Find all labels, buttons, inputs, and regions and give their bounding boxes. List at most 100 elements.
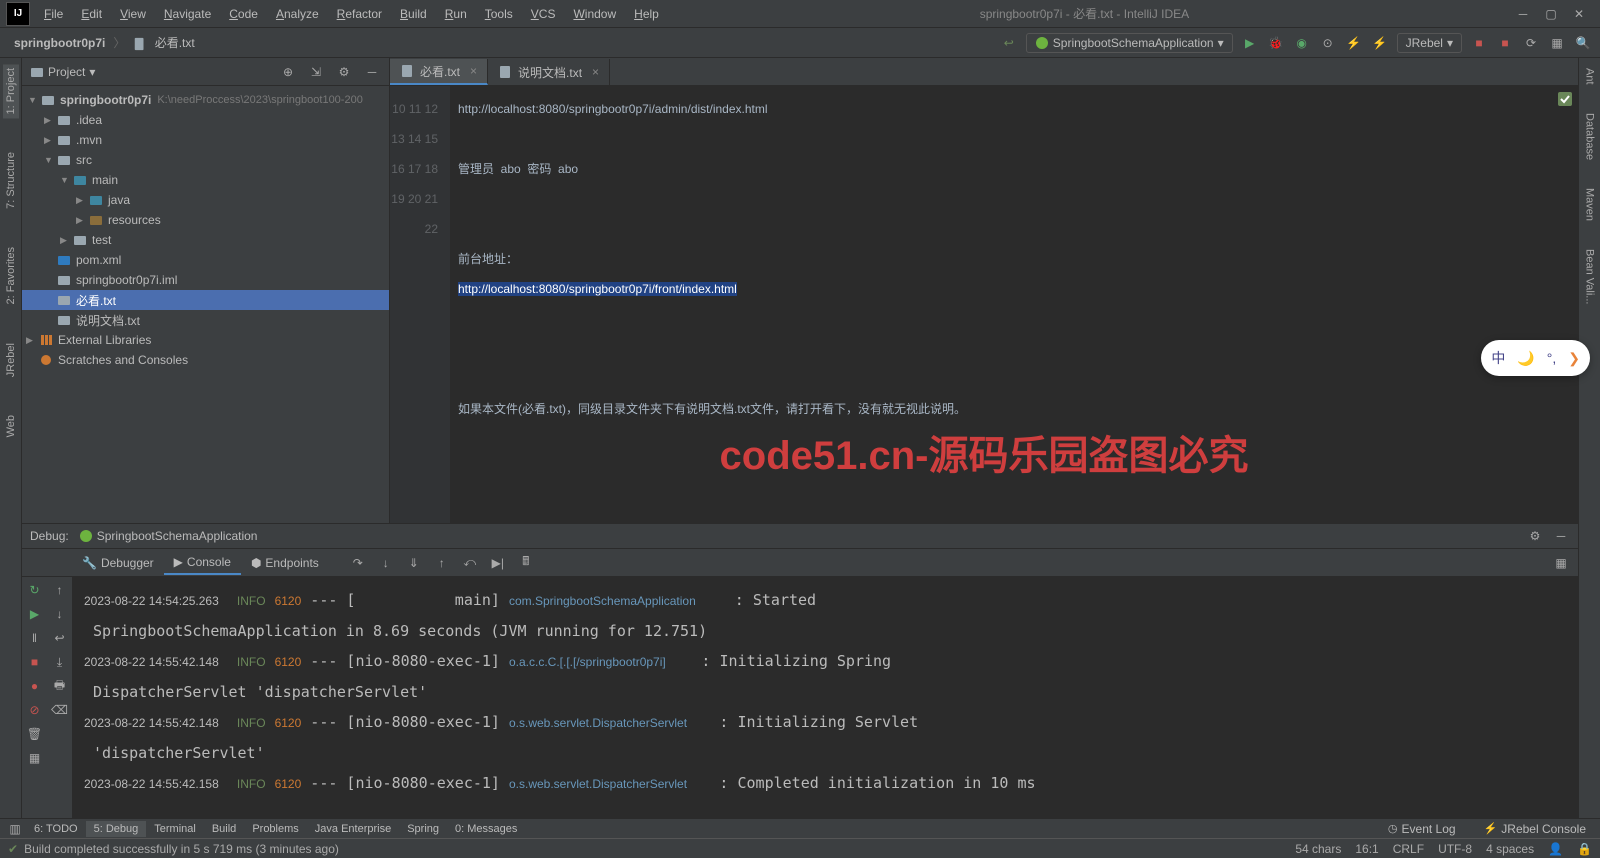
tree-item[interactable]: ▼main xyxy=(22,170,389,190)
tab-endpoints[interactable]: ⬢Endpoints xyxy=(241,552,329,574)
ime-lang[interactable]: 中 xyxy=(1491,348,1505,368)
close-tab-icon[interactable]: × xyxy=(592,65,599,79)
bottom-tab-todo[interactable]: 6: TODO xyxy=(26,821,86,837)
bottom-tab-messages[interactable]: 0: Messages xyxy=(447,821,525,837)
expand-all-icon[interactable]: ⇲ xyxy=(307,63,325,81)
menu-tools[interactable]: Tools xyxy=(477,3,521,25)
tool-window-database[interactable]: Database xyxy=(1582,109,1598,164)
profiler-icon[interactable]: ⊙ xyxy=(1319,34,1337,52)
tree-item[interactable]: ▶.mvn xyxy=(22,130,389,150)
drop-frame-icon[interactable]: ⤺ xyxy=(461,554,479,572)
run-icon[interactable]: ▶ xyxy=(1241,34,1259,52)
expand-arrow-icon[interactable]: ❯ xyxy=(1568,350,1580,367)
status-position[interactable]: 16:1 xyxy=(1355,842,1378,856)
tree-item[interactable]: pom.xml xyxy=(22,250,389,270)
menu-window[interactable]: Window xyxy=(565,3,624,25)
bottom-tab-build[interactable]: Build xyxy=(204,821,244,837)
status-encoding[interactable]: UTF-8 xyxy=(1438,842,1472,856)
menu-file[interactable]: File xyxy=(36,3,71,25)
tool-window-beanvali[interactable]: Bean Vali... xyxy=(1582,245,1598,308)
menu-edit[interactable]: Edit xyxy=(73,3,110,25)
moon-icon[interactable]: 🌙 xyxy=(1517,350,1534,367)
update-icon[interactable]: ⟳ xyxy=(1522,34,1540,52)
tool-window-web[interactable]: Web xyxy=(3,411,19,441)
menu-vcs[interactable]: VCS xyxy=(523,3,564,25)
wrap-icon[interactable]: ↩ xyxy=(51,629,69,647)
debug-config-name[interactable]: SpringbootSchemaApplication xyxy=(79,529,258,543)
menu-run[interactable]: Run xyxy=(437,3,475,25)
menu-view[interactable]: View xyxy=(112,3,154,25)
breadcrumb-file[interactable]: 必看.txt xyxy=(127,32,200,53)
step-into-icon[interactable]: ↓ xyxy=(377,554,395,572)
trash-icon[interactable]: 🗑 xyxy=(26,725,44,743)
lock-icon[interactable]: 🔒 xyxy=(1577,842,1592,856)
hide-icon[interactable]: ─ xyxy=(363,63,381,81)
tree-item[interactable]: ▶.idea xyxy=(22,110,389,130)
tab-console[interactable]: ▶Console xyxy=(164,551,241,575)
project-panel-title[interactable]: Project ▾ xyxy=(30,65,95,79)
debug-icon[interactable]: 🐞 xyxy=(1267,34,1285,52)
breakpoints-icon[interactable]: ● xyxy=(26,677,44,695)
down-icon[interactable]: ↓ xyxy=(51,605,69,623)
jrebel-run-icon[interactable]: ⚡ xyxy=(1345,34,1363,52)
force-step-icon[interactable]: ⇓ xyxy=(405,554,423,572)
up-icon[interactable]: ↑ xyxy=(51,581,69,599)
tree-item[interactable]: ▼springbootr0p7iK:\needProccess\2023\spr… xyxy=(22,90,389,110)
select-open-file-icon[interactable]: ⊕ xyxy=(279,63,297,81)
menu-help[interactable]: Help xyxy=(626,3,667,25)
mute-bp-icon[interactable]: ⊘ xyxy=(26,701,44,719)
event-log-button[interactable]: ◷ Event Log xyxy=(1380,820,1464,838)
gear-icon[interactable]: ⚙ xyxy=(1526,527,1544,545)
jrebel-selector[interactable]: JRebel▾ xyxy=(1397,33,1462,53)
hide-icon[interactable]: ─ xyxy=(1552,527,1570,545)
tree-item[interactable]: springbootr0p7i.iml xyxy=(22,270,389,290)
menu-build[interactable]: Build xyxy=(392,3,435,25)
status-eol[interactable]: CRLF xyxy=(1393,842,1424,856)
tool-window-ant[interactable]: Ant xyxy=(1582,64,1598,89)
bottom-tab-spring[interactable]: Spring xyxy=(399,821,447,837)
layout-icon[interactable]: ▦ xyxy=(26,749,44,767)
close-tab-icon[interactable]: × xyxy=(470,64,477,78)
tool-window-structure[interactable]: 7: Structure xyxy=(3,148,19,213)
layout-icon[interactable]: ▦ xyxy=(1552,554,1570,572)
run-to-cursor-icon[interactable]: ▶| xyxy=(489,554,507,572)
jrebel-debug-icon[interactable]: ⚡ xyxy=(1371,34,1389,52)
menu-code[interactable]: Code xyxy=(221,3,266,25)
status-indent[interactable]: 4 spaces xyxy=(1486,842,1534,856)
tree-item[interactable]: ▶test xyxy=(22,230,389,250)
tree-item[interactable]: ▶resources xyxy=(22,210,389,230)
close-icon[interactable]: ✕ xyxy=(1572,7,1586,21)
scroll-icon[interactable]: ⤓ xyxy=(51,653,69,671)
bottom-tab-problems[interactable]: Problems xyxy=(244,821,306,837)
punct-icon[interactable]: °, xyxy=(1547,350,1557,366)
tree-scratches[interactable]: Scratches and Consoles xyxy=(22,350,389,370)
resume-icon[interactable]: ▶ xyxy=(26,605,44,623)
rerun-icon[interactable]: ↻ xyxy=(26,581,44,599)
inspection-icon[interactable] xyxy=(1558,92,1572,106)
tree-item[interactable]: 说明文档.txt xyxy=(22,310,389,330)
breadcrumb-project[interactable]: springbootr0p7i xyxy=(8,34,111,52)
maximize-icon[interactable]: ▢ xyxy=(1544,7,1558,21)
print-icon[interactable]: 🖶 xyxy=(51,677,69,695)
tool-window-favorites[interactable]: 2: Favorites xyxy=(3,243,19,308)
search-icon[interactable]: 🔍 xyxy=(1574,34,1592,52)
tool-window-project[interactable]: 1: Project xyxy=(3,64,19,118)
stop-icon[interactable]: ■ xyxy=(26,653,44,671)
stop-icon[interactable]: ■ xyxy=(1470,34,1488,52)
tool-window-jrebel[interactable]: JRebel xyxy=(3,339,19,381)
tab-debugger[interactable]: 🔧Debugger xyxy=(72,552,164,574)
minimize-icon[interactable]: ─ xyxy=(1516,7,1530,21)
stop-icon-2[interactable]: ■ xyxy=(1496,34,1514,52)
tree-item[interactable]: 必看.txt xyxy=(22,290,389,310)
bottom-tab-debug[interactable]: 5: Debug xyxy=(86,821,147,837)
evaluate-icon[interactable]: 🖩 xyxy=(517,554,535,572)
menu-analyze[interactable]: Analyze xyxy=(268,3,327,25)
editor-tab[interactable]: 说明文档.txt× xyxy=(488,59,610,85)
coverage-icon[interactable]: ◉ xyxy=(1293,34,1311,52)
run-configuration-selector[interactable]: SpringbootSchemaApplication ▾ xyxy=(1026,33,1233,53)
tree-external-libs[interactable]: ▶External Libraries xyxy=(22,330,389,350)
back-arrow-icon[interactable]: ↩ xyxy=(1000,34,1018,52)
bottom-tab-javaenterprise[interactable]: Java Enterprise xyxy=(307,821,399,837)
layout-icon[interactable]: ▦ xyxy=(1548,34,1566,52)
tree-item[interactable]: ▶java xyxy=(22,190,389,210)
